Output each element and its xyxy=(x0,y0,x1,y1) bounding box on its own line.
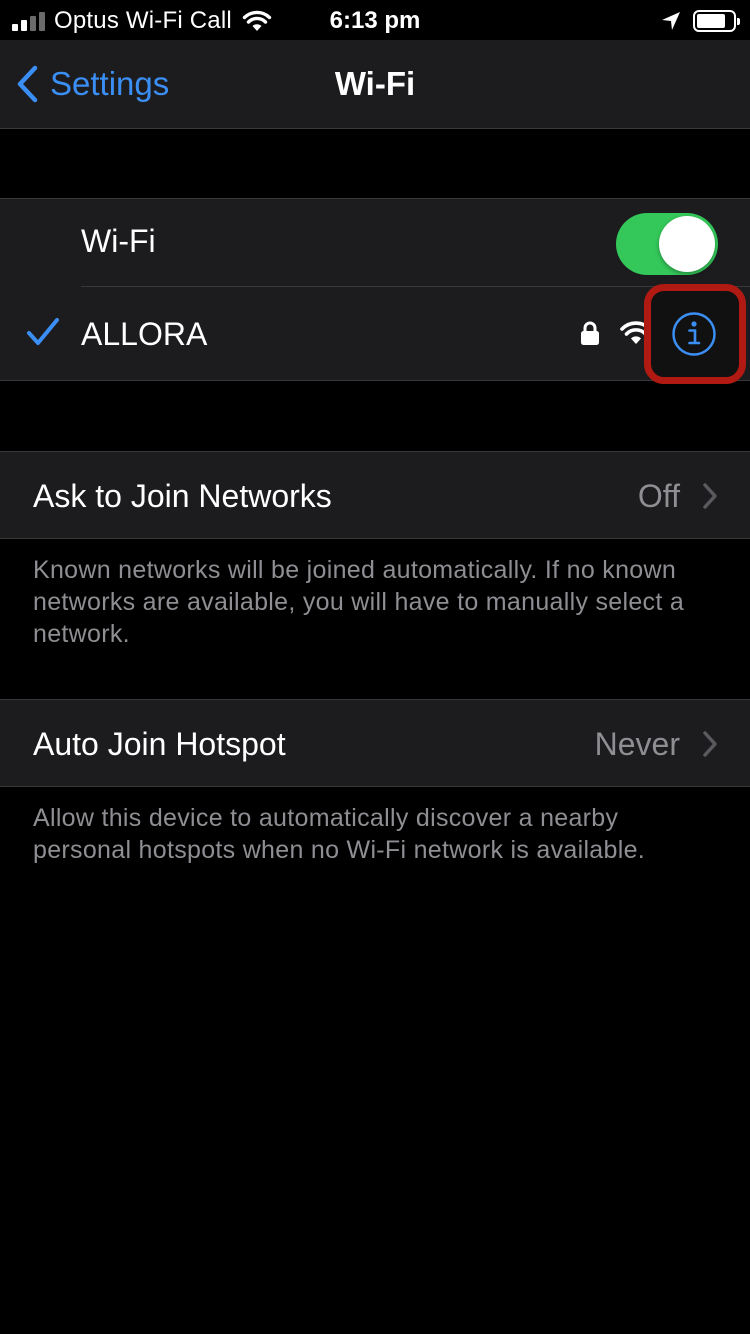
auto-join-hotspot-footnote: Allow this device to automatically disco… xyxy=(33,804,646,864)
wifi-toggle-label: Wi-Fi xyxy=(81,223,156,259)
battery-icon xyxy=(693,10,740,32)
page-title: Wi-Fi xyxy=(334,65,416,102)
ask-to-join-footnote: Known networks will be joined automatica… xyxy=(33,556,685,648)
status-bar: Optus Wi-Fi Call 6:13 pm xyxy=(0,0,750,40)
navigation-bar: Settings Wi-Fi xyxy=(0,40,750,129)
auto-join-hotspot-label: Auto Join Hotspot xyxy=(33,726,286,762)
status-bar-right xyxy=(661,8,740,34)
wifi-settings-screen: Optus Wi-Fi Call 6:13 pm Settings Wi-Fi xyxy=(0,0,750,1334)
chevron-right-icon xyxy=(703,483,717,509)
info-icon[interactable] xyxy=(671,311,717,357)
wifi-toggle-row: Wi-Fi xyxy=(0,199,750,287)
chevron-right-icon xyxy=(703,731,717,757)
ask-to-join-group: Ask to Join Networks Off xyxy=(0,451,750,539)
ask-to-join-value: Off xyxy=(637,478,680,514)
lock-icon xyxy=(581,321,599,345)
auto-join-hotspot-value: Never xyxy=(594,726,680,762)
toggle-knob xyxy=(659,216,715,272)
location-arrow-icon xyxy=(662,12,680,30)
network-name: ALLORA xyxy=(81,316,208,352)
ask-to-join-row[interactable]: Ask to Join Networks Off xyxy=(0,452,750,538)
ask-to-join-label: Ask to Join Networks xyxy=(33,478,332,514)
status-time: 6:13 pm xyxy=(329,7,421,34)
auto-join-hotspot-group: Auto Join Hotspot Never xyxy=(0,699,750,787)
auto-join-hotspot-row[interactable]: Auto Join Hotspot Never xyxy=(0,700,750,786)
wifi-toggle-switch[interactable] xyxy=(616,213,718,275)
wifi-group: Wi-Fi ALLORA xyxy=(0,198,750,381)
checkmark-icon xyxy=(27,318,59,345)
